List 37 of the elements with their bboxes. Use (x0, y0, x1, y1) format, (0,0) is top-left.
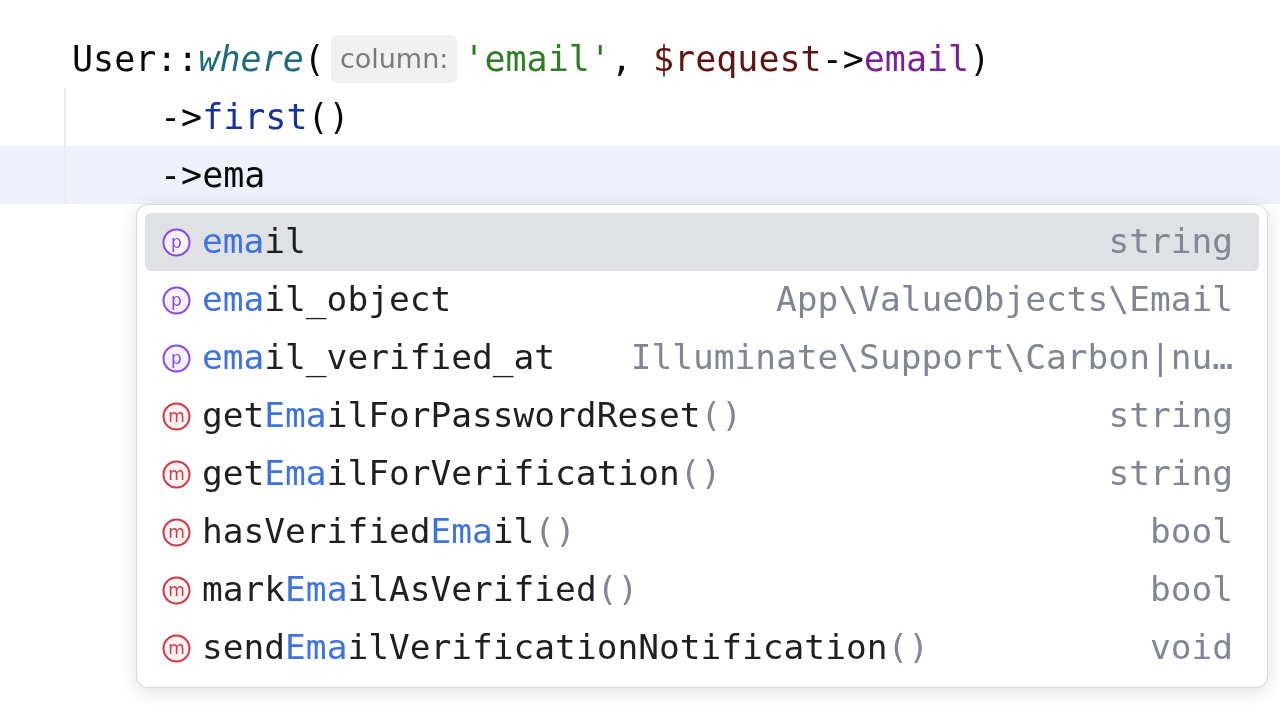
completion-name: email (202, 220, 306, 264)
method-icon: m (162, 633, 191, 663)
property-icon: p (162, 227, 191, 257)
code-text: ->first() (160, 95, 350, 139)
completion-name: email_verified_at (202, 336, 556, 380)
method-icon: m (162, 401, 191, 431)
inlay-hint: column: (330, 34, 458, 84)
completion-name: getEmailForPasswordReset() (202, 394, 743, 438)
completion-item[interactable]: p email_verified_at Illuminate\Support\Carbon|nu… (145, 329, 1259, 387)
code-text: ->ema (160, 153, 266, 197)
completion-name: sendEmailVerificationNotification() (202, 626, 929, 670)
type-text: bool (1148, 510, 1233, 554)
code-text: 'email', $request->email) (463, 37, 991, 81)
completion-item[interactable]: m getEmailForPasswordReset() string (145, 387, 1259, 445)
completion-item[interactable]: m getEmailForVerification() string (145, 445, 1259, 503)
completion-item[interactable]: m sendEmailVerificationNotification() void (145, 619, 1259, 677)
method-icon: m (162, 575, 191, 605)
type-text: string (1107, 452, 1233, 496)
type-text: bool (1148, 568, 1233, 612)
completion-item[interactable]: m markEmailAsVerified() bool (145, 561, 1259, 619)
completion-item[interactable]: m hasVerifiedEmail() bool (145, 503, 1259, 561)
method-icon: m (162, 459, 191, 489)
type-text: Illuminate\Support\Carbon|nu… (629, 336, 1233, 380)
type-text: string (1107, 220, 1233, 264)
completion-name: getEmailForVerification() (202, 452, 722, 496)
property-icon: p (162, 285, 191, 315)
completion-name: markEmailAsVerified() (202, 568, 639, 612)
completion-item[interactable]: p email string (145, 213, 1259, 271)
method-icon: m (162, 517, 191, 547)
completion-name: email_object (202, 278, 452, 322)
type-text: string (1107, 394, 1233, 438)
code-text: User::where( (72, 37, 325, 81)
completion-name: hasVerifiedEmail() (202, 510, 576, 554)
completion-item[interactable]: p email_object App\ValueObjects\Email (145, 271, 1259, 329)
type-text: void (1148, 626, 1233, 670)
type-text: App\ValueObjects\Email (775, 278, 1233, 322)
property-icon: p (162, 343, 191, 373)
